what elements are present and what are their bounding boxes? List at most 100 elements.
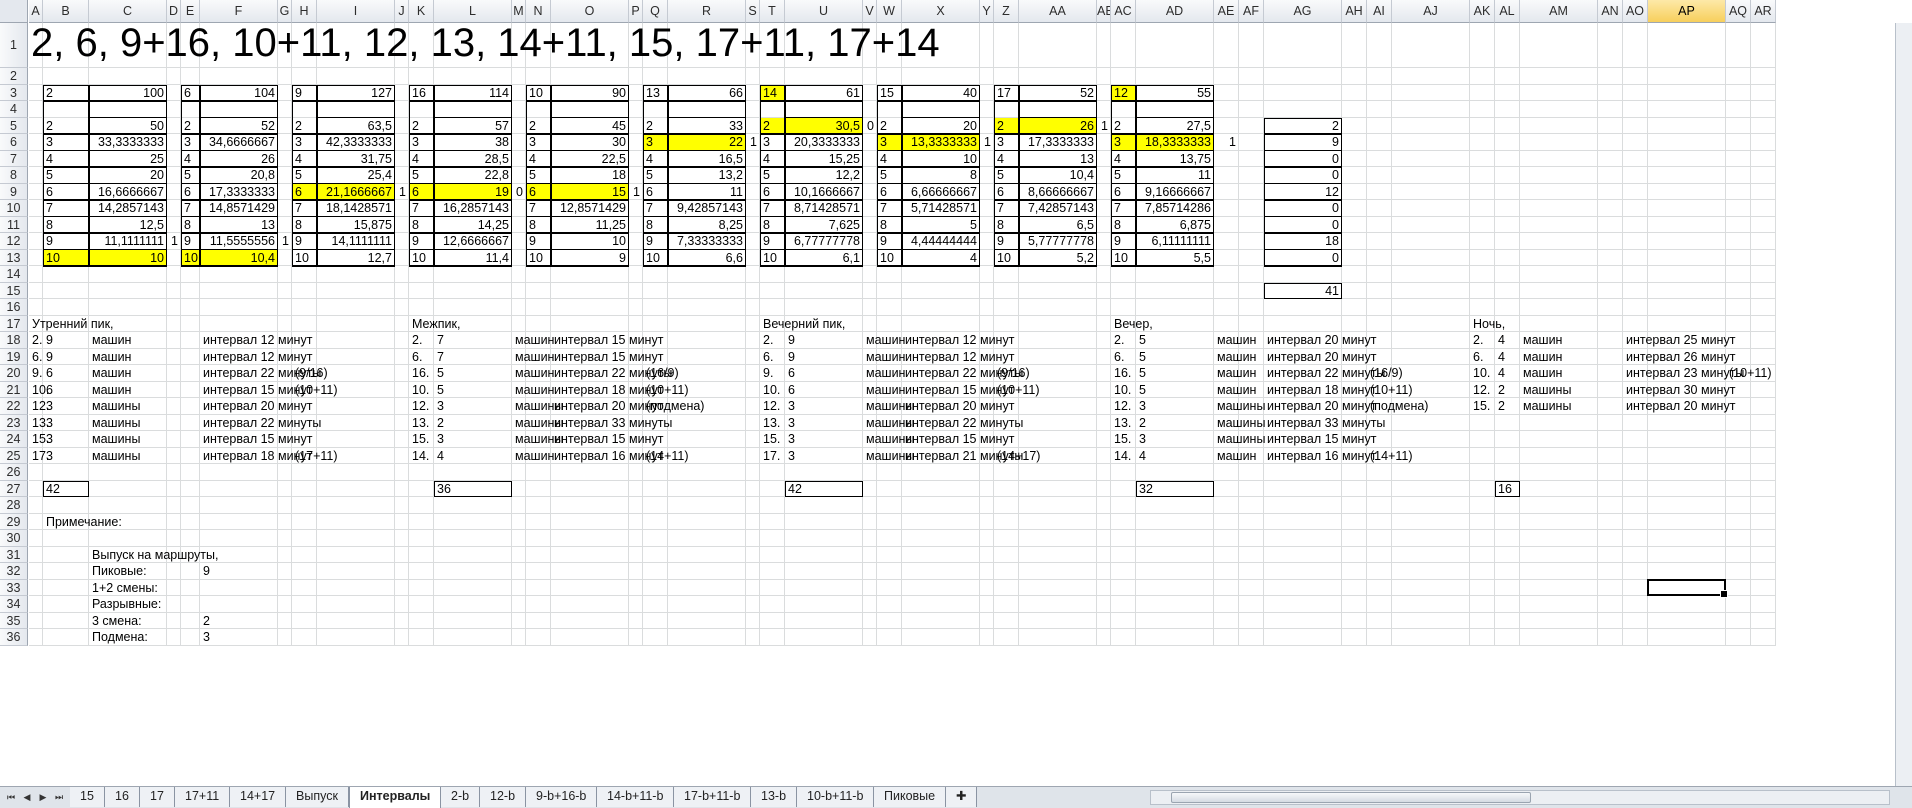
column-header-s[interactable]: S [746,0,760,23]
sheet-tab[interactable]: 17-b+11-b [674,787,752,807]
row-header-23[interactable]: 23 [0,414,28,431]
route-label[interactable]: 14. [409,446,432,466]
column-header-ai[interactable]: AI [1367,0,1392,23]
row-header-34[interactable]: 34 [0,596,28,613]
flag-cell[interactable]: 0 [863,116,877,136]
sheet-tab[interactable]: 15 [70,787,105,807]
pairing-note[interactable]: (14+17) [994,446,1043,466]
row-header-3[interactable]: 3 [0,84,28,101]
column-header-n[interactable]: N [526,0,551,23]
insert-sheet-icon[interactable]: ✚ [946,787,978,807]
row-header-32[interactable]: 32 [0,563,28,580]
column-header-ao[interactable]: AO [1623,0,1648,23]
sheet-tab[interactable]: 9-b+16-b [526,787,598,807]
sheet-tab[interactable]: 16 [105,787,140,807]
row-header-5[interactable]: 5 [0,117,28,134]
flag-cell[interactable]: 0 [512,182,526,202]
release-item-value[interactable]: 9 [200,561,213,581]
column-header-ah[interactable]: AH [1342,0,1367,23]
pairing-note[interactable]: (17+11) [292,446,341,466]
vehicle-count[interactable]: 3 [785,446,798,466]
flag-cell[interactable]: 1 [980,132,994,152]
row-header-30[interactable]: 30 [0,530,28,547]
row-header-27[interactable]: 27 [0,480,28,497]
row-header-18[interactable]: 18 [0,332,28,349]
row-header-31[interactable]: 31 [0,546,28,563]
column-header-ar[interactable]: AR [1751,0,1776,23]
row-header-29[interactable]: 29 [0,513,28,530]
sheet-tab[interactable]: 14-b+11-b [597,787,675,807]
flag-cell[interactable]: 1 [167,231,181,251]
flag-cell[interactable]: 1 [1214,132,1239,152]
row-header-7[interactable]: 7 [0,150,28,167]
sheet-tab[interactable]: 12-b [480,787,527,807]
sheet-tab[interactable]: 10-b+11-b [797,787,875,807]
row-header-26[interactable]: 26 [0,464,28,481]
sheet-tab[interactable]: 13-b [751,787,798,807]
column-header-d[interactable]: D [167,0,181,23]
sheet-tab[interactable]: Интервалы [349,787,442,808]
column-header-l[interactable]: L [434,0,512,23]
column-header-u[interactable]: U [785,0,863,23]
spreadsheet-grid[interactable]: ABCDEFGHIJKLMNOPQRSTUVWXYZAAABACADAEAFAG… [0,0,1912,786]
column-header-m[interactable]: M [512,0,526,23]
horizontal-scroll-thumb[interactable] [1171,792,1531,803]
sheet-tab[interactable]: 2-b [441,787,481,807]
column-header-r[interactable]: R [668,0,746,23]
grand-total-cell[interactable]: 41 [1264,281,1342,301]
column-header-x[interactable]: X [902,0,980,23]
row-header-14[interactable]: 14 [0,266,28,283]
column-header-j[interactable]: J [395,0,409,23]
active-cell-cursor[interactable] [1647,578,1728,598]
vehicle-count[interactable]: 3 [43,446,56,466]
row-header-12[interactable]: 12 [0,233,28,250]
row-header-19[interactable]: 19 [0,348,28,365]
row-header-16[interactable]: 16 [0,299,28,316]
row-header-4[interactable]: 4 [0,101,28,118]
column-header-e[interactable]: E [181,0,200,23]
row-header-13[interactable]: 13 [0,249,28,266]
column-header-k[interactable]: K [409,0,434,23]
last-sheet-icon[interactable]: ⏭ [52,790,66,804]
interval-text[interactable]: интервал 16 минут [1264,446,1379,466]
note-label[interactable]: Примечание: [43,512,125,532]
pairing-note[interactable]: (14+11) [1367,446,1416,466]
column-header-a[interactable]: A [29,0,43,23]
column-header-b[interactable]: B [43,0,89,23]
vehicle-count[interactable]: 2 [1495,396,1508,416]
interval-text[interactable]: интервал 20 минут [1623,396,1738,416]
row-header-2[interactable]: 2 [0,68,28,85]
column-header-af[interactable]: AF [1239,0,1264,23]
next-sheet-icon[interactable]: ▶ [36,790,50,804]
column-header-v[interactable]: V [863,0,877,23]
horizontal-scrollbar[interactable] [1150,790,1890,805]
pairing-note[interactable]: (14+11) [643,446,692,466]
vehicle-count[interactable]: 4 [1136,446,1149,466]
row-header-20[interactable]: 20 [0,365,28,382]
column-header-h[interactable]: H [292,0,317,23]
column-header-ap[interactable]: AP [1648,0,1726,23]
first-sheet-icon[interactable]: ⏮ [4,790,18,804]
column-header-an[interactable]: AN [1598,0,1623,23]
row-header-22[interactable]: 22 [0,398,28,415]
row-header-9[interactable]: 9 [0,183,28,200]
column-header-f[interactable]: F [200,0,278,23]
column-header-t[interactable]: T [760,0,785,23]
column-header-q[interactable]: Q [643,0,668,23]
route-label[interactable]: 15. [1470,396,1493,416]
release-item-label[interactable]: Подмена: [89,627,151,647]
row-header-17[interactable]: 17 [0,315,28,332]
period-total[interactable]: 16 [1495,479,1515,499]
sheet-tab[interactable]: Выпуск [286,787,349,807]
flag-cell[interactable]: 1 [629,182,643,202]
row-header-35[interactable]: 35 [0,612,28,629]
period-total[interactable]: 36 [434,479,454,499]
column-header-ad[interactable]: AD [1136,0,1214,23]
select-all-corner[interactable] [0,0,28,23]
row-header-8[interactable]: 8 [0,167,28,184]
column-header-ak[interactable]: AK [1470,0,1495,23]
flag-cell[interactable]: 1 [395,182,409,202]
column-header-y[interactable]: Y [980,0,994,23]
vehicle-word[interactable]: машины [89,446,143,466]
column-header-ac[interactable]: AC [1111,0,1136,23]
